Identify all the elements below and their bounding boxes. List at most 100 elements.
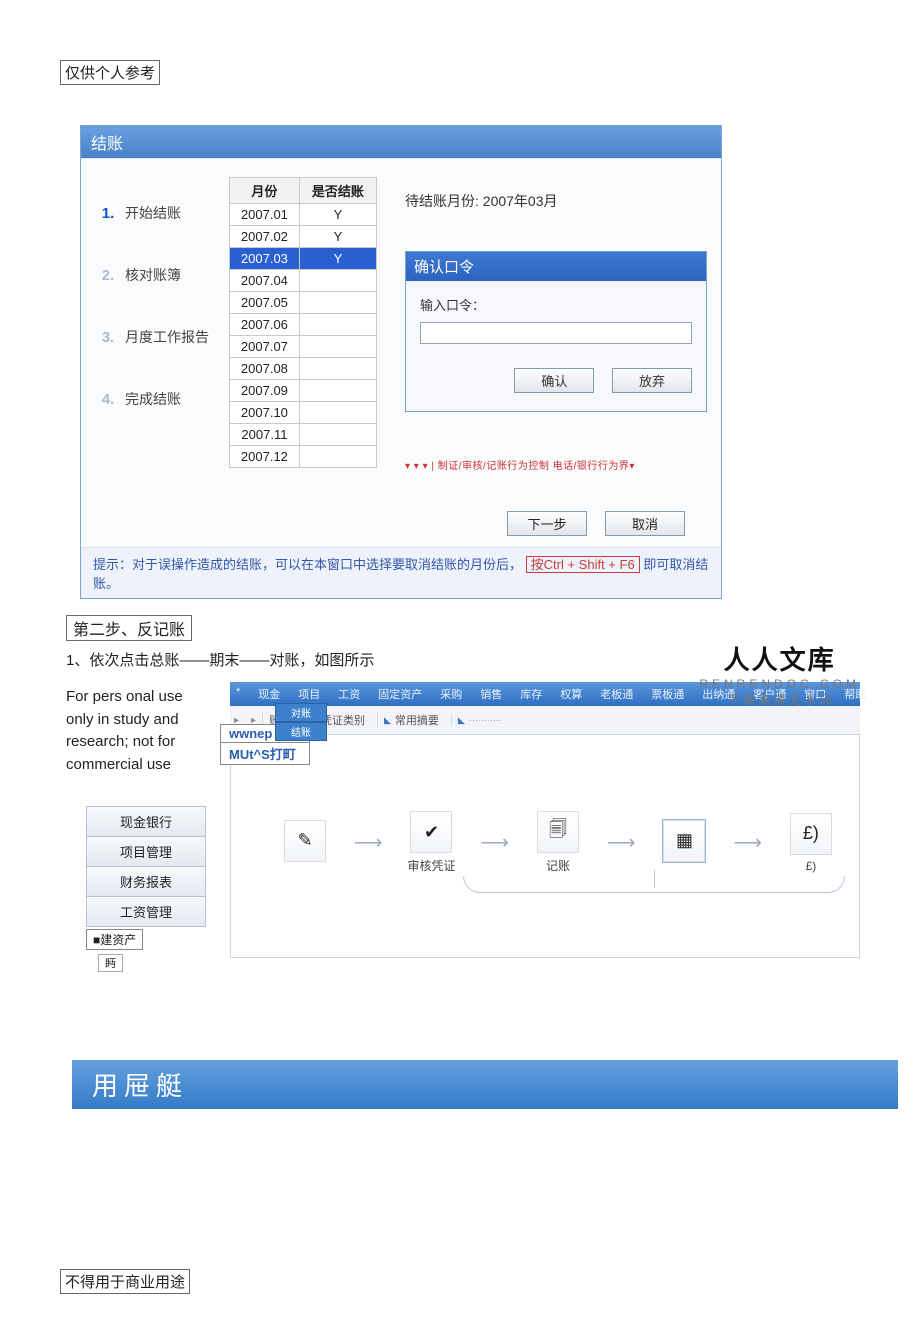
month-table[interactable]: 月份 是否结账 2007.01Y2007.02Y2007.03Y2007.042…: [229, 177, 377, 468]
pill-stack[interactable]: 对账 结账: [275, 703, 327, 741]
flow-item[interactable]: ✔审核凭证: [395, 811, 467, 874]
nav-button[interactable]: 项目管理: [86, 836, 206, 866]
menu-item[interactable]: 老板通: [600, 686, 633, 702]
table-row[interactable]: 2007.10: [230, 402, 377, 424]
flow-item[interactable]: ▦: [648, 820, 720, 866]
table-row[interactable]: 2007.11: [230, 424, 377, 446]
ledger-window: *现金项目工资固定资产采购销售库存权算老板通票板通出纳通客户通窗口帮助 ▸ ▸ …: [230, 682, 860, 958]
menu-item[interactable]: 固定资产: [378, 686, 422, 702]
step-item[interactable]: 4. 完成结账: [99, 379, 211, 419]
confirm-cancel-button[interactable]: 放弃: [612, 368, 692, 393]
confirm-ok-button[interactable]: 确认: [514, 368, 594, 393]
th-flag: 是否结账: [299, 178, 376, 204]
step-label: 完成结账: [125, 389, 181, 409]
left-nav: 现金银行 项目管理 财务报表 工资管理 ■建资产 眄: [86, 806, 206, 972]
table-row[interactable]: 2007.02Y: [230, 226, 377, 248]
step-item[interactable]: 3. 月度工作报告: [99, 317, 211, 357]
table-row[interactable]: 2007.08: [230, 358, 377, 380]
table-row[interactable]: 2007.01Y: [230, 204, 377, 226]
cell-month: 2007.04: [230, 270, 300, 292]
logo-sub: 下 载 高 清 无 水 印: [699, 691, 860, 708]
menu-item[interactable]: 销售: [480, 686, 502, 702]
pill-item[interactable]: 对账: [275, 703, 327, 722]
step-number-icon: 1.: [99, 203, 117, 223]
nav-button[interactable]: 财务报表: [86, 866, 206, 896]
table-row[interactable]: 2007.12: [230, 446, 377, 468]
confirm-label: 输入口令：: [420, 295, 692, 314]
flow-connector: [463, 876, 845, 893]
menu-item[interactable]: 库存: [520, 686, 542, 702]
cell-month: 2007.05: [230, 292, 300, 314]
cell-flag: Y: [299, 226, 376, 248]
table-row[interactable]: 2007.09: [230, 380, 377, 402]
menu-item[interactable]: *: [236, 686, 240, 702]
cancel-button[interactable]: 取消: [605, 511, 685, 536]
small-tag: MUt^S打町: [220, 743, 310, 765]
workflow-area: 对账 结账 ✎⟶✔审核凭证⟶🗐记账⟶▦⟶£)£): [230, 735, 860, 958]
pill-item[interactable]: 结账: [275, 722, 327, 741]
flow-label: 记账: [546, 857, 570, 874]
cell-month: 2007.12: [230, 446, 300, 468]
window-body: 1. 开始结账 2. 核对账簿 3. 月度工作报告 4. 完成结账: [81, 158, 721, 547]
confirm-dialog: 确认口令 输入口令： 确认 放弃: [405, 251, 707, 412]
step-item[interactable]: 1. 开始结账: [99, 193, 211, 233]
password-input[interactable]: [420, 322, 692, 344]
cell-month: 2007.10: [230, 402, 300, 424]
cell-month: 2007.08: [230, 358, 300, 380]
table-row[interactable]: 2007.06: [230, 314, 377, 336]
table-row[interactable]: 2007.04: [230, 270, 377, 292]
cell-month: 2007.11: [230, 424, 300, 446]
pending-month-label: 待结账月份: 2007年03月: [405, 191, 558, 211]
closing-window: 结账 1. 开始结账 2. 核对账簿 3. 月度工作报告 4. 完成结账: [80, 125, 722, 599]
sub-item[interactable]: ◣ ···········: [451, 715, 508, 726]
red-warning-strip: ▾ ▾ ▾ | 制证/审核/记账行为控制 电话/银行行为界▾: [405, 457, 635, 472]
nav-mini[interactable]: 眄: [98, 954, 123, 972]
cell-flag: Y: [299, 204, 376, 226]
cell-flag: [299, 358, 376, 380]
step-list: 1. 开始结账 2. 核对账簿 3. 月度工作报告 4. 完成结账: [99, 193, 211, 441]
table-row[interactable]: 2007.03Y: [230, 248, 377, 270]
cell-flag: [299, 292, 376, 314]
arrow-icon: ⟶: [733, 830, 762, 855]
cell-flag: [299, 314, 376, 336]
logo-text: 人人文库: [699, 640, 860, 677]
arrow-icon: ⟶: [480, 830, 509, 855]
footer-tag: 不得用于商业用途: [60, 1269, 190, 1294]
cell-month: 2007.03: [230, 248, 300, 270]
step-number-icon: 3.: [99, 327, 117, 347]
step-number-icon: 4.: [99, 389, 117, 409]
step-item[interactable]: 2. 核对账簿: [99, 255, 211, 295]
cell-flag: [299, 270, 376, 292]
th-month: 月份: [230, 178, 300, 204]
cell-month: 2007.02: [230, 226, 300, 248]
next-button[interactable]: 下一步: [507, 511, 587, 536]
nav-button[interactable]: 工资管理: [86, 896, 206, 927]
nav-button[interactable]: 现金银行: [86, 806, 206, 836]
sub-item[interactable]: ◣ 常用摘要: [377, 712, 445, 728]
nav-mini[interactable]: ■建资产: [86, 929, 143, 950]
step-label: 月度工作报告: [125, 327, 209, 347]
watermark-logo: 人人文库 RENRENDOC.COM 下 载 高 清 无 水 印: [699, 640, 860, 708]
flow-item[interactable]: £)£): [775, 813, 847, 873]
hotkey-badge: 按Ctrl + Shift + F6: [526, 556, 640, 573]
triangle-icon: ◣: [458, 715, 465, 726]
cell-flag: [299, 446, 376, 468]
menu-item[interactable]: 票板通: [651, 686, 684, 702]
table-row[interactable]: 2007.05: [230, 292, 377, 314]
flow-icon: 🗐: [537, 811, 579, 853]
menu-item[interactable]: 工资: [338, 686, 360, 702]
menu-item[interactable]: 项目: [298, 686, 320, 702]
menu-item[interactable]: 现金: [258, 686, 280, 702]
cell-flag: [299, 336, 376, 358]
table-row[interactable]: 2007.07: [230, 336, 377, 358]
window-title: 结账: [81, 126, 721, 158]
flow-item[interactable]: ✎: [269, 820, 341, 866]
flow-row: ✎⟶✔审核凭证⟶🗐记账⟶▦⟶£)£): [243, 811, 847, 874]
flow-label: £): [806, 859, 817, 873]
menu-item[interactable]: 权算: [560, 686, 582, 702]
flow-item[interactable]: 🗐 记账: [522, 811, 594, 874]
cell-flag: [299, 424, 376, 446]
menu-item[interactable]: 采购: [440, 686, 462, 702]
table-header-row: 月份 是否结账: [230, 178, 377, 204]
wizard-button-row: 下一步 取消: [493, 511, 685, 536]
